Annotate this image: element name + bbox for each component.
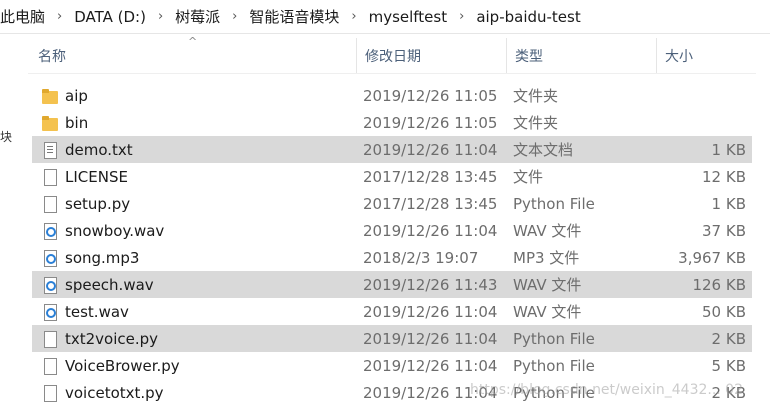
file-row[interactable]: aip 2019/12/26 11:05 文件夹 xyxy=(32,82,752,109)
file-size: 12 KB xyxy=(702,167,746,186)
file-modified-date: 2019/12/26 11:05 xyxy=(363,113,498,132)
file-size: 1 KB xyxy=(711,140,746,159)
file-icon xyxy=(41,384,59,402)
file-size: 37 KB xyxy=(702,221,746,240)
file-name: aip xyxy=(65,86,88,105)
file-row[interactable]: bin 2019/12/26 11:05 文件夹 xyxy=(32,109,752,136)
breadcrumb-item-voice-module[interactable]: 智能语音模块 xyxy=(243,6,345,27)
file-modified-date: 2017/12/28 13:45 xyxy=(363,167,498,186)
file-icon xyxy=(41,195,59,213)
file-icon xyxy=(41,168,59,186)
column-header-size-label: 大小 xyxy=(665,48,693,65)
file-name: VoiceBrower.py xyxy=(65,356,180,375)
file-name: bin xyxy=(65,113,89,132)
chevron-right-icon[interactable]: › xyxy=(152,9,169,24)
folder-icon xyxy=(41,87,59,105)
file-name: speech.wav xyxy=(65,275,154,294)
column-header-date[interactable]: 修改日期 xyxy=(356,38,506,73)
file-size: 2 KB xyxy=(711,383,746,402)
column-header-row: 名称 ^ 修改日期 类型 大小 xyxy=(28,35,756,74)
file-list: aip 2019/12/26 11:05 文件夹 bin 2019/12/26 11:… xyxy=(32,82,752,406)
file-row[interactable]: txt2voice.py 2019/12/26 11:04 Python File 2… xyxy=(32,325,752,352)
file-modified-date: 2019/12/26 11:04 xyxy=(363,383,498,402)
text-file-icon xyxy=(41,141,59,159)
file-icon xyxy=(41,357,59,375)
breadcrumb-item-data-drive[interactable]: DATA (D:) xyxy=(68,8,152,26)
column-header-type-label: 类型 xyxy=(515,48,543,65)
column-header-name[interactable]: 名称 ^ xyxy=(28,35,356,73)
file-size: 5 KB xyxy=(711,356,746,375)
audio-file-icon xyxy=(41,276,59,294)
file-row[interactable]: setup.py 2017/12/28 13:45 Python File 1 KB xyxy=(32,190,752,217)
file-modified-date: 2017/12/28 13:45 xyxy=(363,194,498,213)
file-name: LICENSE xyxy=(65,167,128,186)
file-name: voicetotxt.py xyxy=(65,383,164,402)
column-header-date-label: 修改日期 xyxy=(365,48,421,65)
chevron-right-icon[interactable]: › xyxy=(226,9,243,24)
file-size: 50 KB xyxy=(702,302,746,321)
file-modified-date: 2019/12/26 11:43 xyxy=(363,275,498,294)
column-header-type[interactable]: 类型 xyxy=(506,38,656,73)
file-type: 文件夹 xyxy=(513,87,559,105)
file-modified-date: 2019/12/26 11:04 xyxy=(363,356,498,375)
chevron-right-icon[interactable]: › xyxy=(51,9,68,24)
file-row[interactable]: snowboy.wav 2019/12/26 11:04 WAV 文件 37 KB xyxy=(32,217,752,244)
file-name: txt2voice.py xyxy=(65,329,159,348)
breadcrumb-item-raspberry-pi[interactable]: 树莓派 xyxy=(169,6,226,27)
file-modified-date: 2018/2/3 19:07 xyxy=(363,248,479,267)
file-name: test.wav xyxy=(65,302,129,321)
breadcrumb-item-aip-baidu-test[interactable]: aip-baidu-test xyxy=(470,8,586,26)
file-modified-date: 2019/12/26 11:05 xyxy=(363,86,498,105)
file-name: setup.py xyxy=(65,194,131,213)
file-type: 文件夹 xyxy=(513,114,559,132)
file-name: song.mp3 xyxy=(65,248,140,267)
breadcrumb-item-myselftest[interactable]: myselftest xyxy=(363,8,454,26)
file-icon xyxy=(41,330,59,348)
file-row[interactable]: VoiceBrower.py 2019/12/26 11:04 Python Fil… xyxy=(32,352,752,379)
file-size: 2 KB xyxy=(711,329,746,348)
file-modified-date: 2019/12/26 11:04 xyxy=(363,221,498,240)
audio-file-icon xyxy=(41,222,59,240)
breadcrumb: 此电脑 › DATA (D:) › 树莓派 › 智能语音模块 › myselft… xyxy=(0,0,770,34)
chevron-right-icon[interactable]: › xyxy=(345,9,362,24)
file-name: snowboy.wav xyxy=(65,221,165,240)
file-size: 126 KB xyxy=(692,275,746,294)
file-size: 3,967 KB xyxy=(678,248,746,267)
nav-pane-edge-text: 块 xyxy=(0,130,13,144)
folder-icon xyxy=(41,114,59,132)
file-size: 1 KB xyxy=(711,194,746,213)
audio-file-icon xyxy=(41,249,59,267)
file-row[interactable]: speech.wav 2019/12/26 11:43 WAV 文件 126 KB xyxy=(32,271,752,298)
file-name: demo.txt xyxy=(65,140,133,159)
column-header-name-label: 名称 xyxy=(38,48,66,65)
chevron-right-icon[interactable]: › xyxy=(453,9,470,24)
file-row[interactable]: song.mp3 2018/2/3 19:07 MP3 文件 3,967 KB xyxy=(32,244,752,271)
breadcrumb-item-this-pc[interactable]: 此电脑 xyxy=(0,6,51,27)
file-row[interactable]: voicetotxt.py 2019/12/26 11:04 Python File… xyxy=(32,379,752,406)
file-modified-date: 2019/12/26 11:04 xyxy=(363,329,498,348)
file-row[interactable]: LICENSE 2017/12/28 13:45 文件 12 KB xyxy=(32,163,752,190)
file-modified-date: 2019/12/26 11:04 xyxy=(363,302,498,321)
file-modified-date: 2019/12/26 11:04 xyxy=(363,140,498,159)
sort-ascending-icon: ^ xyxy=(188,35,198,48)
column-header-size[interactable]: 大小 xyxy=(656,38,756,73)
file-row[interactable]: demo.txt 2019/12/26 11:04 文本文档 1 KB xyxy=(32,136,752,163)
file-row[interactable]: test.wav 2019/12/26 11:04 WAV 文件 50 KB xyxy=(32,298,752,325)
audio-file-icon xyxy=(41,303,59,321)
